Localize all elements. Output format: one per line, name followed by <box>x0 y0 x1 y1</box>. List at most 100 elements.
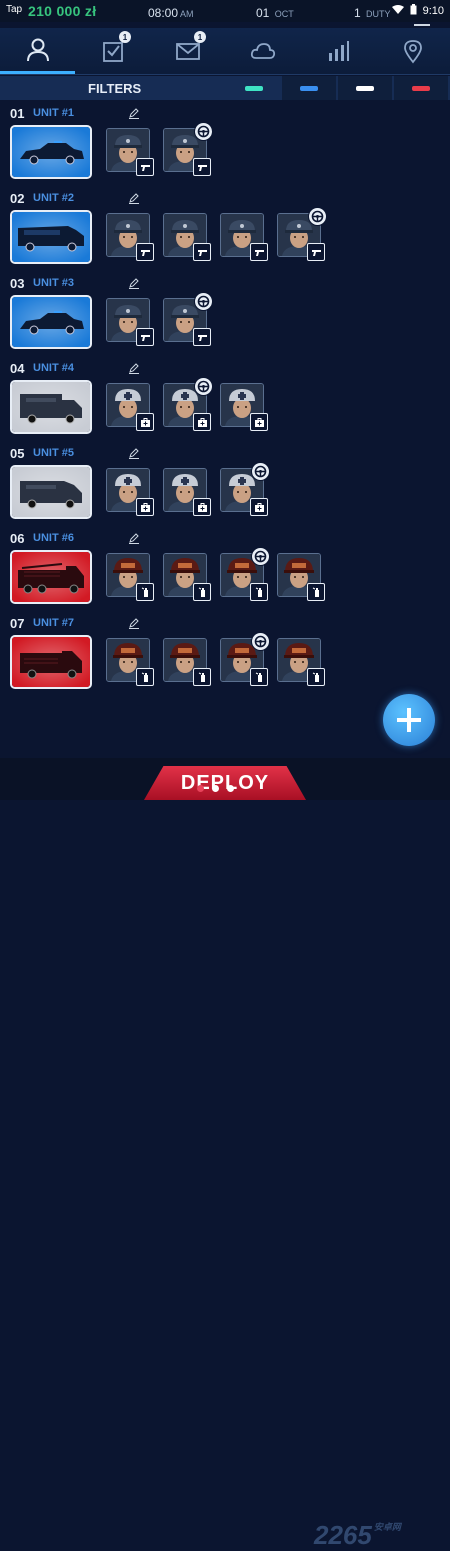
unit-row[interactable]: 03 UNIT #3 <box>0 274 450 358</box>
game-time-value: 08:00 <box>148 6 179 20</box>
filter-chip-swatch <box>245 85 263 91</box>
edit-pencil-icon[interactable] <box>128 446 140 459</box>
crew-member-fire[interactable] <box>163 553 211 601</box>
crew-member-medic[interactable] <box>220 462 270 516</box>
medkit-icon <box>193 413 211 431</box>
tab-cloud[interactable] <box>225 28 300 74</box>
crew-member-police[interactable] <box>163 213 211 261</box>
extinguisher-icon <box>250 668 268 686</box>
add-unit-button[interactable] <box>383 694 435 746</box>
crew-member-police[interactable] <box>106 298 154 346</box>
steering-wheel-icon <box>194 292 213 311</box>
edit-pencil-icon[interactable] <box>128 616 140 629</box>
crew-member-police[interactable] <box>106 213 154 261</box>
vehicle-card-fire-truck[interactable] <box>10 550 92 604</box>
game-time-suffix: AM <box>180 9 194 19</box>
page-dot <box>197 785 204 792</box>
filter-chip-swatch <box>412 85 430 91</box>
crew-member-police[interactable] <box>163 122 213 176</box>
edit-pencil-icon[interactable] <box>128 531 140 544</box>
unit-number: 04 <box>10 361 25 376</box>
crew-member-fire[interactable] <box>163 638 211 686</box>
filters-label: FILTERS <box>88 81 142 96</box>
crew-member-fire[interactable] <box>220 632 270 686</box>
game-date: 01 OCT <box>256 6 294 20</box>
unit-row[interactable]: 05 UNIT #5 <box>0 444 450 528</box>
medkit-icon <box>250 498 268 516</box>
unit-row[interactable]: 06 UNIT #6 <box>0 529 450 613</box>
filter-chip-medical[interactable] <box>338 76 392 100</box>
steering-wheel-icon <box>251 547 270 566</box>
gun-icon <box>193 328 211 346</box>
crew-member-medic[interactable] <box>220 383 268 431</box>
gun-icon <box>136 328 154 346</box>
gun-icon <box>193 158 211 176</box>
system-status-left: Tap <box>6 4 22 15</box>
unit-row[interactable]: 01 UNIT #1 <box>0 104 450 188</box>
crew-member-police[interactable] <box>220 213 268 261</box>
deploy-button[interactable]: DEPLOY <box>144 766 306 800</box>
tab-profile[interactable] <box>0 28 75 74</box>
unit-row[interactable]: 07 UNIT #7 <box>0 614 450 698</box>
edit-pencil-icon[interactable] <box>128 191 140 204</box>
unit-row[interactable]: 04 UNIT #4 <box>0 359 450 443</box>
extinguisher-icon <box>136 668 154 686</box>
crew-member-police[interactable] <box>277 207 327 261</box>
medkit-icon <box>136 498 154 516</box>
filter-chip-police[interactable] <box>282 76 336 100</box>
bar-chart-icon <box>328 41 349 61</box>
filter-chip-swatch <box>356 85 374 91</box>
crew-member-medic[interactable] <box>106 383 154 431</box>
extinguisher-icon <box>307 668 325 686</box>
cloud-icon <box>250 43 275 59</box>
tab-map[interactable] <box>375 28 450 74</box>
crew-member-fire[interactable] <box>277 638 325 686</box>
crew-member-medic[interactable] <box>163 377 213 431</box>
unit-number: 06 <box>10 531 25 546</box>
vehicle-card-police-car[interactable] <box>10 125 92 179</box>
crew-member-medic[interactable] <box>163 468 211 516</box>
gun-icon <box>250 243 268 261</box>
vehicle-card-ambulance-van[interactable] <box>10 465 92 519</box>
crew-member-fire[interactable] <box>277 553 325 601</box>
duty-label: DUTY <box>366 9 391 19</box>
steering-wheel-icon <box>251 462 270 481</box>
steering-wheel-icon <box>194 377 213 396</box>
crew-member-fire[interactable] <box>220 547 270 601</box>
bottom-bar: DEPLOY 2265 安卓网 <box>0 758 450 1550</box>
unit-row[interactable]: 02 UNIT #2 <box>0 189 450 273</box>
crew-member-police[interactable] <box>163 292 213 346</box>
vehicle-card-ambulance[interactable] <box>10 380 92 434</box>
unit-number: 03 <box>10 276 25 291</box>
gun-icon <box>307 243 325 261</box>
crew-member-medic[interactable] <box>106 468 154 516</box>
unit-name: UNIT #1 <box>33 107 74 119</box>
vehicle-card-fire-truck-small[interactable] <box>10 635 92 689</box>
edit-pencil-icon[interactable] <box>128 361 140 374</box>
crew-member-police[interactable] <box>106 128 154 176</box>
vehicle-card-police-car[interactable] <box>10 295 92 349</box>
tab-tasks[interactable]: 1 <box>75 28 150 74</box>
unit-number: 07 <box>10 616 25 631</box>
game-date-day: 01 <box>256 6 270 20</box>
watermark-subtext: 安卓网 <box>373 1522 401 1532</box>
crew-member-fire[interactable] <box>106 638 154 686</box>
medkit-icon <box>136 413 154 431</box>
tab-messages[interactable]: 1 <box>150 28 225 74</box>
unit-name: UNIT #6 <box>33 532 74 544</box>
game-time: 08:00 AM <box>148 6 194 20</box>
crew-member-fire[interactable] <box>106 553 154 601</box>
unit-number: 02 <box>10 191 25 206</box>
status-bar: Tap 210 000 zł 08:00 AM 01 OCT 1 DUTY 9:1… <box>0 0 450 37</box>
unit-name: UNIT #4 <box>33 362 74 374</box>
filter-chip-rescue[interactable] <box>227 76 281 100</box>
filter-chip-fire[interactable] <box>394 76 448 100</box>
vehicle-card-police-van[interactable] <box>10 210 92 264</box>
unit-name: UNIT #5 <box>33 447 74 459</box>
edit-pencil-icon[interactable] <box>128 106 140 119</box>
tab-stats[interactable] <box>300 28 375 74</box>
steering-wheel-icon <box>194 122 213 141</box>
top-navigation: 1 1 <box>0 28 450 75</box>
gun-icon <box>136 158 154 176</box>
edit-pencil-icon[interactable] <box>128 276 140 289</box>
